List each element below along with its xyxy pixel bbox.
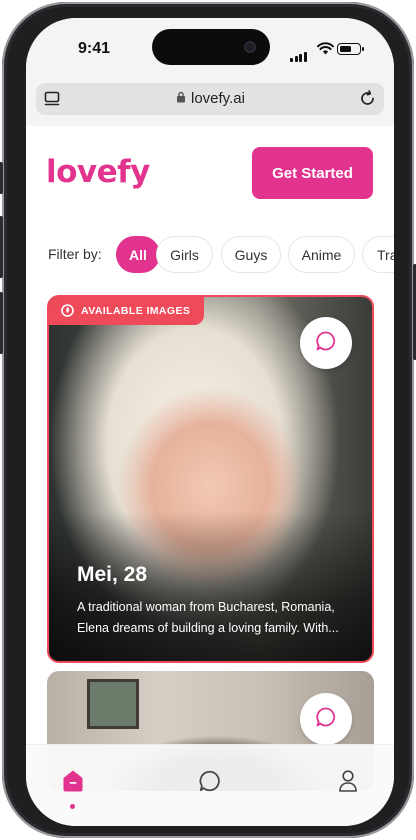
filter-chip-partial[interactable]: Tra xyxy=(362,236,394,273)
filter-label: Filter by: xyxy=(48,246,102,262)
lock-icon xyxy=(176,90,186,107)
available-images-badge: AVAILABLE IMAGES xyxy=(49,297,205,325)
companion-description: A traditional woman from Bucharest, Roma… xyxy=(77,600,339,635)
screen: 9:41 lovefy.ai lovefy Get Started Filter… xyxy=(26,18,394,826)
cellular-signal-icon xyxy=(290,44,308,62)
wifi-icon xyxy=(317,42,334,60)
phone-frame: 9:41 lovefy.ai lovefy Get Started Filter… xyxy=(0,2,416,838)
companion-name: Mei, 28 xyxy=(77,563,148,586)
bottom-navigation xyxy=(26,744,394,826)
profile-icon xyxy=(337,769,359,798)
status-time: 9:41 xyxy=(78,40,111,57)
camera-icon xyxy=(244,41,256,53)
active-indicator xyxy=(70,804,75,809)
chat-icon xyxy=(198,769,222,798)
brand-logo[interactable]: lovefy xyxy=(46,154,150,190)
home-icon xyxy=(62,769,84,798)
chat-button[interactable] xyxy=(300,693,352,745)
filter-chip-anime[interactable]: Anime xyxy=(288,236,355,273)
filter-chip-girls[interactable]: Girls xyxy=(156,236,213,273)
chat-button[interactable] xyxy=(300,317,352,369)
nav-home[interactable] xyxy=(53,769,93,809)
reload-icon[interactable] xyxy=(359,90,376,112)
nav-chat[interactable] xyxy=(190,769,230,809)
flame-icon xyxy=(61,303,74,320)
dynamic-island xyxy=(152,29,270,65)
address-bar[interactable]: lovefy.ai xyxy=(36,83,384,115)
badge-label: AVAILABLE IMAGES xyxy=(81,305,191,317)
url-text: lovefy.ai xyxy=(191,90,245,107)
volume-down-button xyxy=(0,292,3,354)
companion-card[interactable]: AVAILABLE IMAGES Mei, 28 A traditional w… xyxy=(47,295,374,663)
battery-icon xyxy=(337,43,364,55)
filter-chip-guys[interactable]: Guys xyxy=(221,236,281,273)
volume-up-button xyxy=(0,216,3,278)
chat-bubble-icon xyxy=(315,706,337,733)
wall-picture xyxy=(87,679,139,729)
browser-bar: lovefy.ai xyxy=(26,80,394,126)
tabs-menu-icon[interactable] xyxy=(44,91,60,112)
get-started-button[interactable]: Get Started xyxy=(252,147,373,199)
status-bar: 9:41 xyxy=(26,18,394,80)
silent-switch xyxy=(0,162,3,194)
nav-profile[interactable] xyxy=(328,769,368,809)
chat-bubble-icon xyxy=(315,330,337,357)
url-display[interactable]: lovefy.ai xyxy=(176,90,245,107)
filter-chip-all[interactable]: All xyxy=(116,236,160,273)
